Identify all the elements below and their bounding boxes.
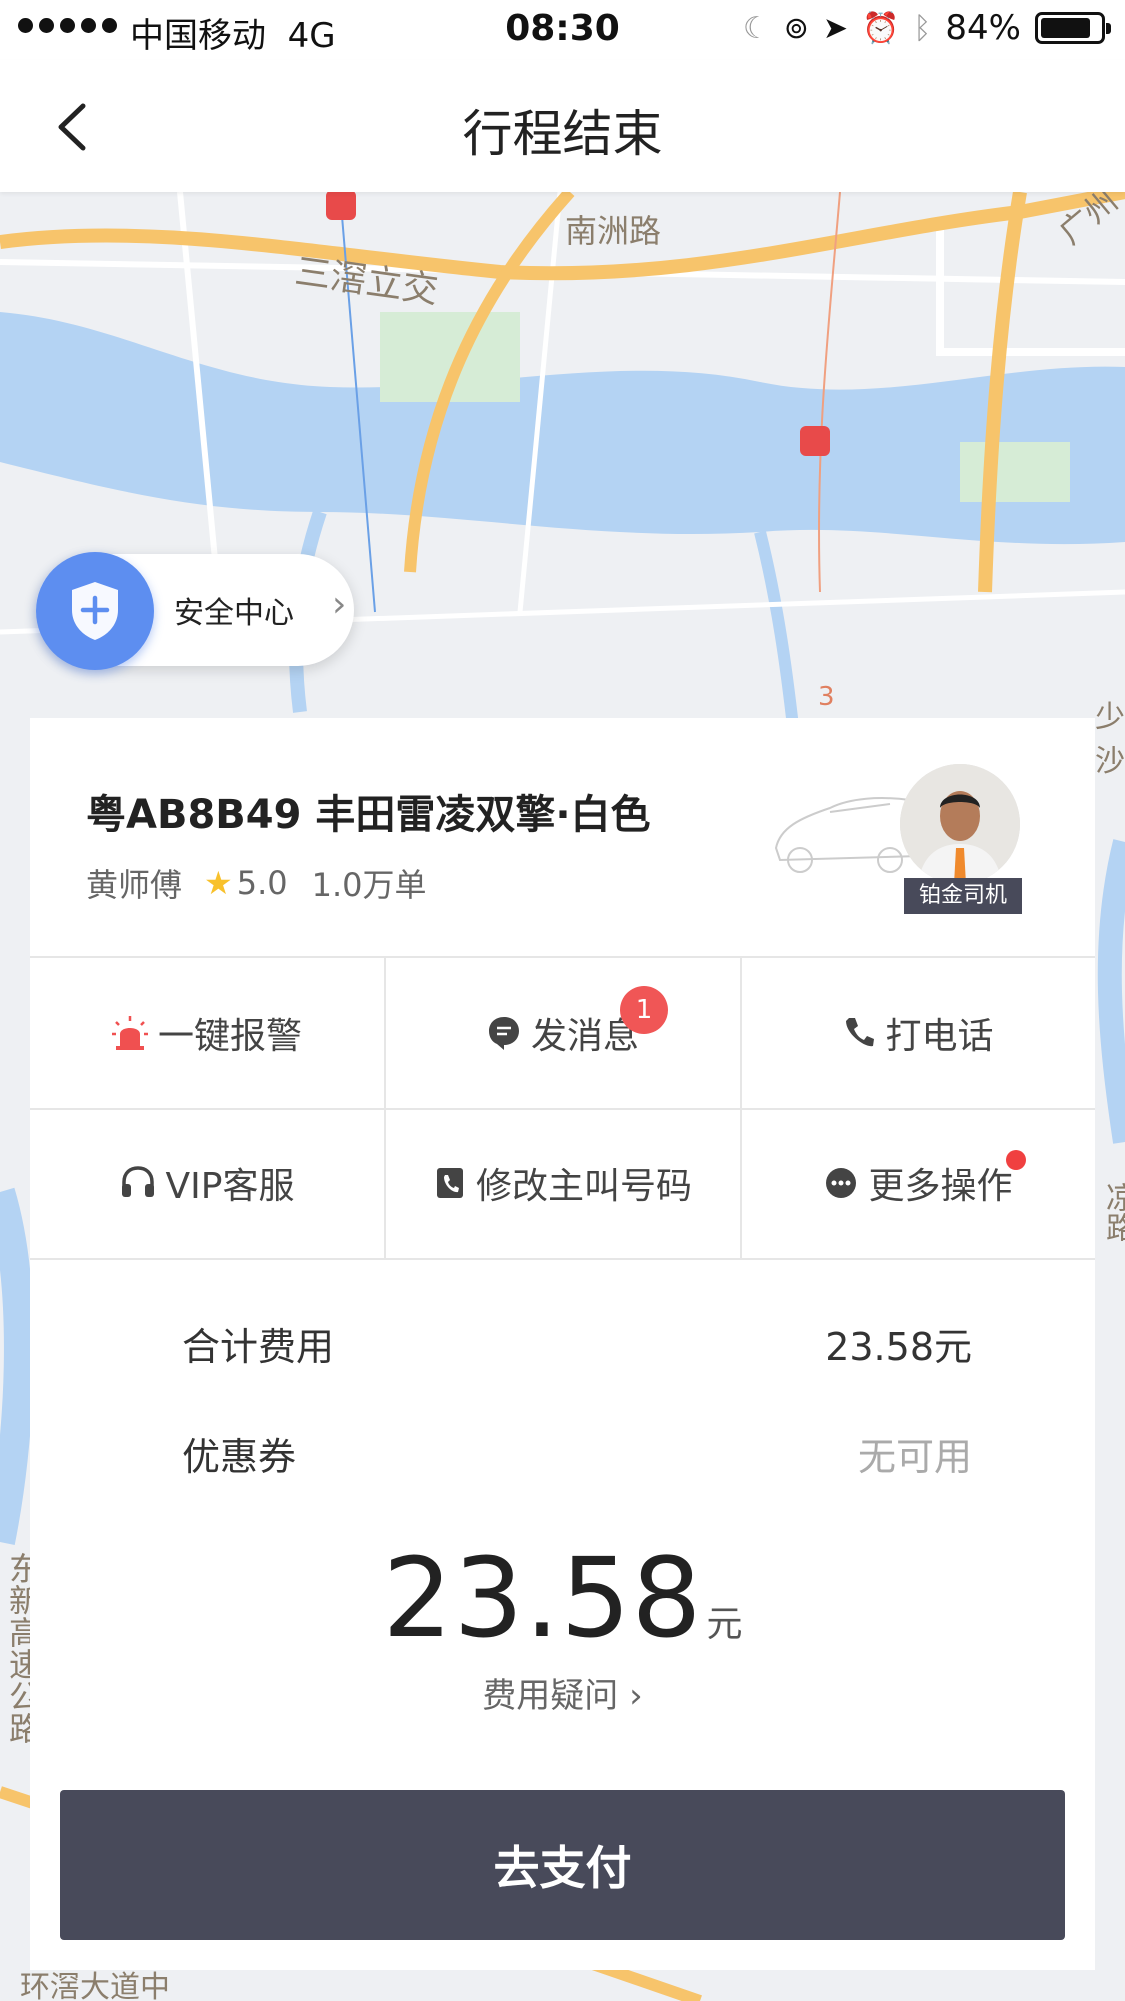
emergency-alarm-button[interactable]: 一键报警 [30,958,384,1108]
change-caller-number-label: 修改主叫号码 [475,1166,692,1207]
moon-icon: ☾ [742,10,770,46]
battery-icon [1035,12,1111,44]
unread-message-badge: 1 [620,986,668,1034]
location-arrow-icon: ➤ [822,10,849,46]
more-actions-label: 更多操作 [868,1166,1013,1207]
metro-line-label: 3 [818,682,835,712]
chevron-right-icon: › [332,584,347,625]
vip-service-button[interactable]: VIP客服 [30,1108,384,1258]
fee-question-link[interactable]: 费用疑问 › [30,1668,1095,1717]
payable-amount: 23.58 元 [30,1534,1095,1662]
map-label: 南洲路 [565,212,662,250]
safety-center-button[interactable]: 安全中心 › [36,552,354,670]
navigation-bar: 行程结束 [0,60,1125,192]
driver-orders: 1.0万单 [311,866,427,904]
chat-bubble-icon [487,1015,521,1051]
vehicle-info: 粤AB8B49 丰田雷凌双擎·白色 [86,792,651,838]
trip-summary-card: 粤AB8B49 丰田雷凌双擎·白色 黄师傅 ★ 5.0 1.0万单 铂金司机 一… [30,718,1095,1970]
change-caller-number-button[interactable]: 修改主叫号码 [386,1108,740,1258]
shield-plus-icon [36,552,154,670]
alarm-clock-icon: ⏰ [862,10,900,46]
star-icon: ★ [204,864,233,902]
safety-center-label: 安全中心 [174,596,294,631]
map-label: 凉路 [1100,1182,1125,1242]
notification-dot [1006,1150,1026,1170]
total-fee-value: 23.58元 [825,1325,972,1369]
driver-level-badge: 铂金司机 [904,878,1022,914]
total-fee-label: 合计费用 [182,1325,335,1369]
driver-avatar[interactable] [900,764,1020,884]
driver-rating: 5.0 [236,864,288,902]
call-driver-label: 打电话 [885,1016,994,1057]
headset-icon [120,1166,156,1200]
payable-amount-value: 23.58 [382,1534,703,1662]
total-fee-row: 合计费用 23.58元 [182,1316,972,1371]
battery-percent: 84% [945,8,1021,48]
emergency-alarm-label: 一键报警 [157,1016,302,1057]
map-label: 少沙 [1095,700,1125,779]
divider [30,1258,1095,1260]
coupon-value: 无可用 [857,1435,972,1479]
rotation-lock-icon: ⊚ [783,10,809,46]
driver-info: 黄师傅 ★ 5.0 1.0万单 [86,860,427,906]
payable-amount-unit: 元 [706,1604,743,1645]
call-driver-button[interactable]: 打电话 [742,958,1095,1108]
phone-icon [843,1016,875,1050]
phone-book-icon [434,1166,466,1200]
bluetooth-icon: ᛒ [913,10,932,46]
pay-button[interactable]: 去支付 [60,1790,1065,1940]
status-bar: 中国移动 4G 08:30 ☾ ⊚ ➤ ⏰ ᛒ 84% [0,0,1125,60]
fee-question-label: 费用疑问 [482,1676,619,1716]
more-dots-icon [824,1166,858,1200]
status-icons: ☾ ⊚ ➤ ⏰ ᛒ 84% [742,8,1111,48]
driver-photo [900,764,1020,884]
page-title: 行程结束 [462,105,663,163]
vip-service-label: VIP客服 [165,1166,295,1207]
coupon-label: 优惠券 [182,1435,297,1479]
alarm-siren-icon [111,1014,148,1052]
more-actions-button[interactable]: 更多操作 [742,1108,1095,1258]
chevron-right-icon: › [629,1676,643,1716]
driver-name: 黄师傅 [86,866,183,904]
coupon-row[interactable]: 优惠券 无可用 [182,1426,972,1481]
send-message-button[interactable]: 发消息 [386,958,740,1108]
